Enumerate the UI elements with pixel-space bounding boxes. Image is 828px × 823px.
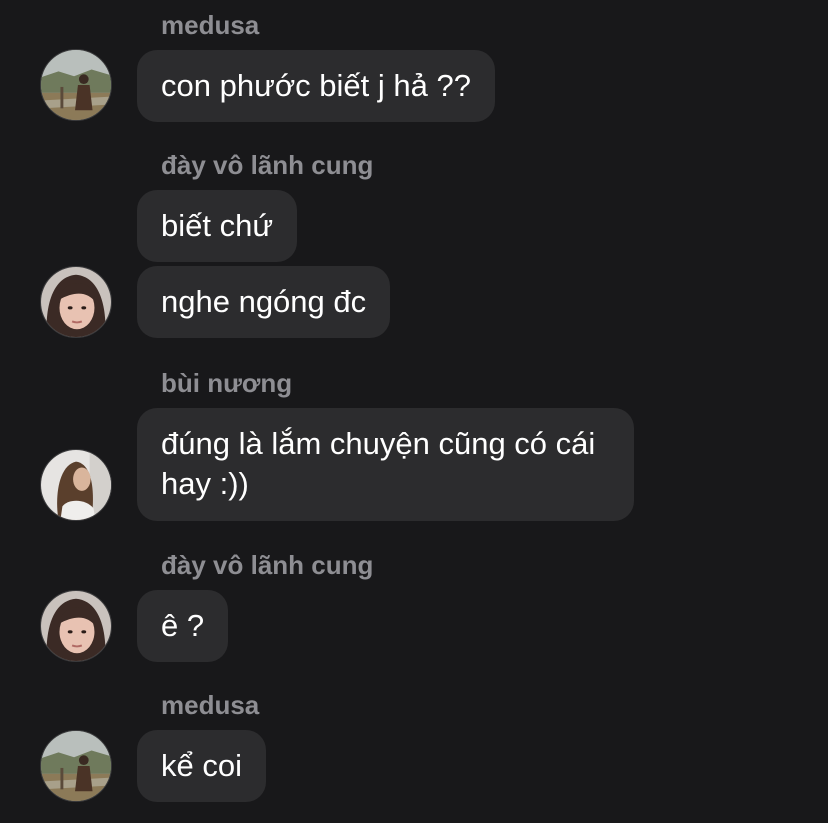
sender-name: medusa	[161, 10, 260, 40]
sender-name: đày vô lãnh cung	[161, 150, 374, 180]
message-text: đúng là lắm chuyện cũng có cái hay :))	[161, 426, 596, 501]
message-text: nghe ngóng đc	[161, 284, 367, 319]
selfie-girl-avatar-icon	[41, 267, 111, 337]
sender-name: đày vô lãnh cung	[161, 550, 374, 580]
sender-name: medusa	[161, 690, 260, 720]
message-bubble[interactable]: ê ?	[137, 590, 229, 662]
avatar[interactable]	[40, 266, 112, 338]
chat-thread: medusa con phước biết j hả ?? đày vô lãn…	[0, 0, 828, 823]
message-text: kể coi	[161, 748, 242, 783]
message-bubble[interactable]: con phước biết j hả ??	[137, 50, 495, 122]
landscape-woman-avatar-icon	[41, 731, 111, 801]
selfie-girl-avatar-icon	[41, 591, 111, 661]
avatar[interactable]	[40, 49, 112, 121]
avatar[interactable]	[40, 590, 112, 662]
message-text: ê ?	[161, 608, 205, 643]
landscape-woman-avatar-icon	[41, 50, 111, 120]
avatar[interactable]	[40, 449, 112, 521]
message-bubble[interactable]: nghe ngóng đc	[137, 266, 391, 338]
avatar[interactable]	[40, 730, 112, 802]
message-bubble[interactable]: biết chứ	[137, 190, 298, 262]
message-text: con phước biết j hả ??	[161, 68, 471, 103]
message-bubble[interactable]: kể coi	[137, 730, 266, 802]
long-hair-woman-avatar-icon	[41, 450, 111, 520]
message-bubble[interactable]: đúng là lắm chuyện cũng có cái hay :))	[137, 408, 634, 521]
message-text: biết chứ	[161, 208, 274, 243]
sender-name: bùi nương	[161, 368, 293, 398]
